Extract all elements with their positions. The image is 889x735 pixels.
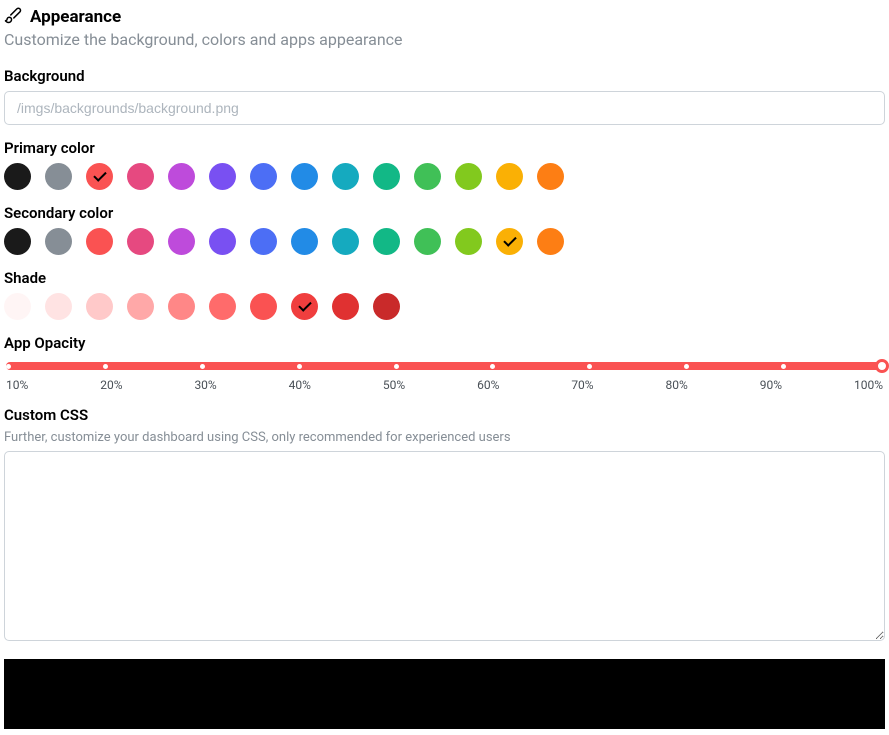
- shade-row: [4, 293, 885, 320]
- opacity-slider[interactable]: [6, 362, 883, 370]
- primary-color-swatch[interactable]: [86, 163, 113, 190]
- secondary-color-swatch[interactable]: [496, 228, 523, 255]
- secondary-color-swatch[interactable]: [291, 228, 318, 255]
- primary-color-swatch[interactable]: [4, 163, 31, 190]
- primary-color-swatch[interactable]: [537, 163, 564, 190]
- opacity-tick: [103, 364, 108, 369]
- secondary-color-label: Secondary color: [4, 204, 885, 222]
- opacity-tick-label: 70%: [571, 378, 593, 392]
- opacity-tick-label: 20%: [100, 378, 122, 392]
- opacity-tick: [200, 364, 205, 369]
- opacity-tick-label: 10%: [6, 378, 28, 392]
- custom-css-hint: Further, customize your dashboard using …: [4, 430, 885, 445]
- secondary-color-swatch[interactable]: [332, 228, 359, 255]
- primary-color-swatch[interactable]: [455, 163, 482, 190]
- shade-label: Shade: [4, 269, 885, 287]
- secondary-color-swatch[interactable]: [209, 228, 236, 255]
- secondary-color-swatch[interactable]: [250, 228, 277, 255]
- shade-swatch[interactable]: [332, 293, 359, 320]
- primary-color-swatch[interactable]: [291, 163, 318, 190]
- opacity-tick-label: 40%: [289, 378, 311, 392]
- brush-icon: [4, 6, 22, 28]
- opacity-tick: [394, 364, 399, 369]
- primary-color-swatch[interactable]: [168, 163, 195, 190]
- primary-color-row: [4, 163, 885, 190]
- opacity-tick: [781, 364, 786, 369]
- custom-css-label: Custom CSS: [4, 406, 885, 424]
- opacity-tick-label: 90%: [760, 378, 782, 392]
- secondary-color-swatch[interactable]: [455, 228, 482, 255]
- page-subtitle: Customize the background, colors and app…: [4, 30, 885, 49]
- background-label: Background: [4, 67, 885, 85]
- secondary-color-swatch[interactable]: [4, 228, 31, 255]
- primary-color-swatch[interactable]: [209, 163, 236, 190]
- shade-swatch[interactable]: [4, 293, 31, 320]
- background-input[interactable]: [4, 91, 885, 125]
- shade-swatch[interactable]: [373, 293, 400, 320]
- shade-swatch[interactable]: [291, 293, 318, 320]
- primary-color-swatch[interactable]: [250, 163, 277, 190]
- opacity-tick-label: 50%: [383, 378, 405, 392]
- secondary-color-swatch[interactable]: [168, 228, 195, 255]
- secondary-color-row: [4, 228, 885, 255]
- secondary-color-swatch[interactable]: [537, 228, 564, 255]
- shade-swatch[interactable]: [45, 293, 72, 320]
- primary-color-swatch[interactable]: [45, 163, 72, 190]
- primary-color-swatch[interactable]: [127, 163, 154, 190]
- secondary-color-swatch[interactable]: [127, 228, 154, 255]
- opacity-label: App Opacity: [4, 334, 885, 352]
- primary-color-swatch[interactable]: [496, 163, 523, 190]
- bottom-bar: [4, 659, 885, 729]
- custom-css-textarea[interactable]: [4, 451, 885, 641]
- opacity-tick-label: 30%: [194, 378, 216, 392]
- page-title: Appearance: [30, 7, 121, 27]
- opacity-tick: [684, 364, 689, 369]
- primary-color-swatch[interactable]: [414, 163, 441, 190]
- opacity-tick: [297, 364, 302, 369]
- primary-color-swatch[interactable]: [373, 163, 400, 190]
- opacity-tick: [6, 364, 11, 369]
- opacity-tick-label: 100%: [854, 378, 883, 392]
- secondary-color-swatch[interactable]: [86, 228, 113, 255]
- opacity-tick: [490, 364, 495, 369]
- secondary-color-swatch[interactable]: [45, 228, 72, 255]
- shade-swatch[interactable]: [168, 293, 195, 320]
- opacity-tick-label: 60%: [477, 378, 499, 392]
- primary-color-label: Primary color: [4, 139, 885, 157]
- shade-swatch[interactable]: [209, 293, 236, 320]
- primary-color-swatch[interactable]: [332, 163, 359, 190]
- shade-swatch[interactable]: [250, 293, 277, 320]
- opacity-tick: [587, 364, 592, 369]
- secondary-color-swatch[interactable]: [373, 228, 400, 255]
- secondary-color-swatch[interactable]: [414, 228, 441, 255]
- shade-swatch[interactable]: [86, 293, 113, 320]
- shade-swatch[interactable]: [127, 293, 154, 320]
- opacity-tick-label: 80%: [666, 378, 688, 392]
- opacity-slider-thumb[interactable]: [875, 359, 889, 373]
